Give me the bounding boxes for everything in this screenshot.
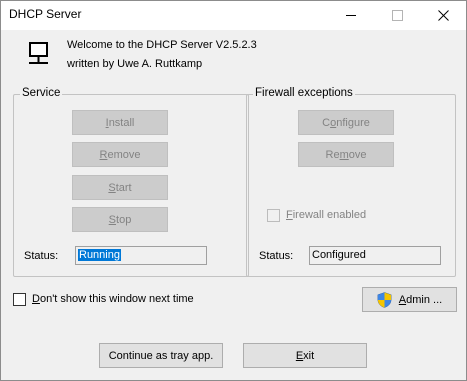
- install-button[interactable]: Install: [72, 110, 168, 135]
- service-status-label: Status:: [24, 250, 59, 262]
- author-text: written by Uwe A. Ruttkamp: [67, 58, 203, 70]
- minimize-icon: [346, 15, 356, 16]
- remove-firewall-button[interactable]: Remove: [298, 142, 394, 167]
- firewall-status-field[interactable]: Configured: [309, 246, 441, 265]
- admin-button[interactable]: Admin ...: [362, 287, 457, 312]
- close-button[interactable]: [420, 1, 466, 30]
- admin-label: Admin ...: [398, 293, 443, 306]
- configure-label: Configure: [322, 116, 370, 129]
- fw-remove-label: Remove: [325, 148, 367, 161]
- start-button[interactable]: Start: [72, 175, 168, 200]
- start-label: Start: [108, 181, 132, 194]
- service-group-title: Service: [20, 87, 63, 99]
- service-status-value: Running: [78, 249, 121, 261]
- tray-label: Continue as tray app.: [108, 349, 214, 362]
- title-bar[interactable]: DHCP Server: [1, 1, 466, 30]
- remove-label: Remove: [99, 148, 141, 161]
- service-status-field[interactable]: Running: [75, 246, 207, 265]
- maximize-button: [374, 1, 420, 30]
- maximize-icon: [391, 10, 403, 21]
- stop-button[interactable]: Stop: [72, 207, 168, 232]
- firewall-group-title: Firewall exceptions: [253, 87, 355, 99]
- continue-tray-button[interactable]: Continue as tray app.: [99, 343, 223, 368]
- main-window: DHCP Server Welcome to the DHCP Server V…: [0, 0, 467, 381]
- network-computer-icon: [29, 42, 48, 64]
- firewall-enabled-checkbox[interactable]: [267, 209, 280, 222]
- close-icon: [437, 10, 449, 21]
- firewall-status-label: Status:: [259, 250, 294, 262]
- firewall-status-value: Configured: [312, 249, 366, 261]
- dont-show-label[interactable]: Don't show this window next time: [32, 293, 194, 305]
- exit-label: Exit: [295, 349, 315, 362]
- window-title: DHCP Server: [9, 7, 82, 21]
- stop-label: Stop: [108, 213, 132, 226]
- minimize-button[interactable]: [328, 1, 374, 30]
- dont-show-checkbox[interactable]: [13, 293, 26, 306]
- welcome-text: Welcome to the DHCP Server V2.5.2.3: [67, 39, 257, 51]
- uac-shield-icon: [377, 291, 392, 308]
- install-label: Install: [105, 116, 135, 129]
- configure-firewall-button[interactable]: Configure: [298, 110, 394, 135]
- remove-button[interactable]: Remove: [72, 142, 168, 167]
- exit-button[interactable]: Exit: [243, 343, 367, 368]
- firewall-enabled-label: Firewall enabled: [286, 209, 367, 221]
